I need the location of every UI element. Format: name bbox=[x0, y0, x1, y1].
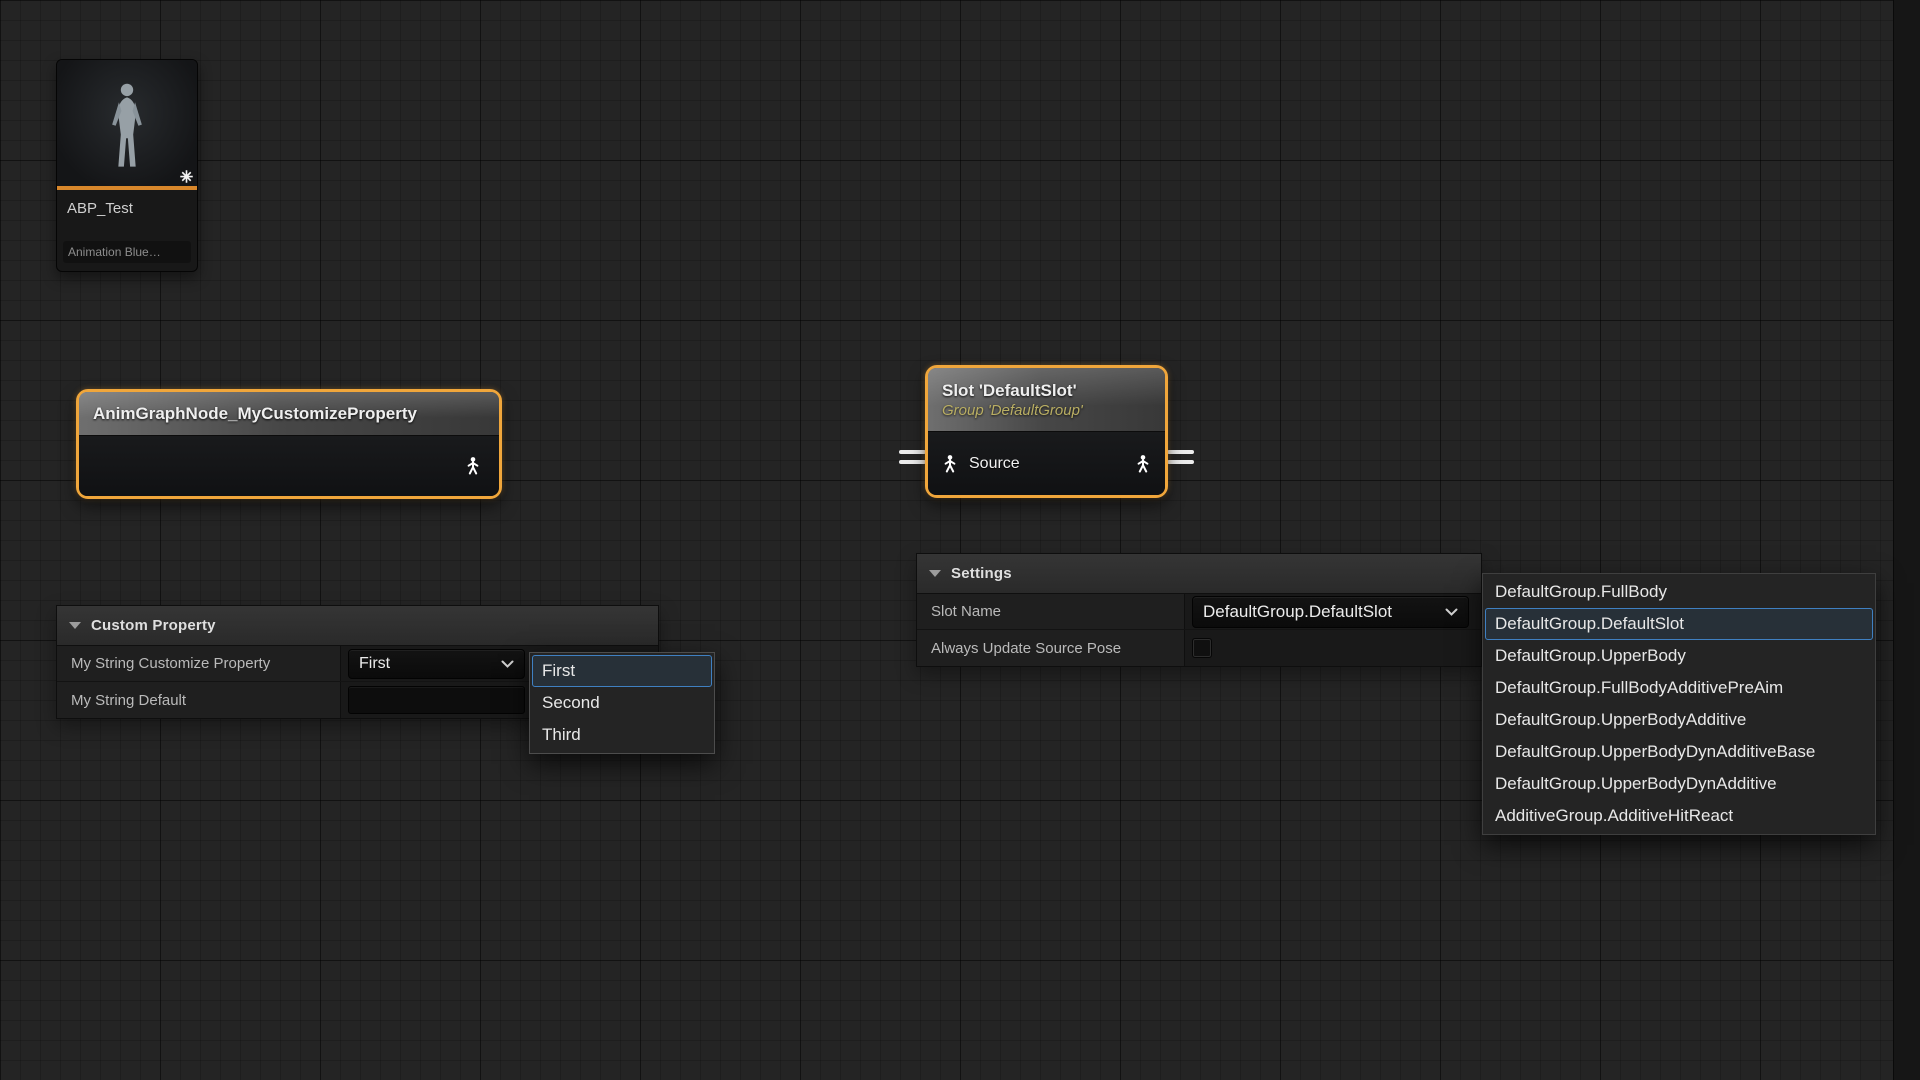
dropdown-item[interactable]: DefaultGroup.UpperBodyDynAdditiveBase bbox=[1485, 736, 1873, 768]
dropdown-item[interactable]: DefaultGroup.FullBody bbox=[1485, 576, 1873, 608]
settings-panel: Settings Slot Name DefaultGroup.DefaultS… bbox=[916, 553, 1482, 667]
property-label: My String Customize Property bbox=[57, 646, 341, 681]
property-value-cell bbox=[1185, 630, 1481, 666]
dropdown-item[interactable]: First bbox=[532, 655, 712, 687]
property-row-slot-name: Slot Name DefaultGroup.DefaultSlot bbox=[917, 594, 1481, 630]
blueprint-graph-canvas[interactable]: ABP_Test Animation Blue… AnimGraphNode_M… bbox=[0, 0, 1920, 1080]
node-subtitle: Group 'DefaultGroup' bbox=[942, 402, 1151, 419]
asset-thumbnail bbox=[57, 60, 197, 186]
source-pin-label: Source bbox=[969, 455, 1020, 473]
property-label: Slot Name bbox=[917, 594, 1185, 629]
node-title: AnimGraphNode_MyCustomizeProperty bbox=[93, 404, 485, 424]
chevron-down-icon bbox=[501, 660, 514, 668]
asset-title: ABP_Test bbox=[57, 190, 197, 241]
person-pose-icon bbox=[463, 456, 483, 476]
dropdown-item[interactable]: DefaultGroup.UpperBodyDynAdditive bbox=[1485, 768, 1873, 800]
asset-tile-abp-test[interactable]: ABP_Test Animation Blue… bbox=[56, 59, 198, 272]
property-label: My String Default bbox=[57, 682, 341, 718]
pose-wire-stub-right bbox=[1167, 450, 1194, 454]
settings-header-label: Settings bbox=[951, 565, 1012, 582]
property-label: Always Update Source Pose bbox=[917, 630, 1185, 666]
node-body bbox=[79, 436, 499, 496]
settings-header[interactable]: Settings bbox=[917, 554, 1481, 594]
custom-property-header[interactable]: Custom Property bbox=[57, 606, 658, 646]
dropdown-item[interactable]: Third bbox=[532, 719, 712, 751]
dropdown-item[interactable]: DefaultGroup.FullBodyAdditivePreAim bbox=[1485, 672, 1873, 704]
dropdown-item[interactable]: DefaultGroup.UpperBody bbox=[1485, 640, 1873, 672]
pose-wire-stub-left bbox=[899, 460, 926, 464]
always-update-source-pose-checkbox[interactable] bbox=[1192, 638, 1212, 658]
node-body: Source bbox=[928, 432, 1165, 495]
dropdown-item[interactable]: Second bbox=[532, 687, 712, 719]
pose-output-pin[interactable] bbox=[463, 456, 483, 476]
my-string-default-input[interactable] bbox=[348, 686, 525, 714]
pose-output-pin-icon[interactable] bbox=[1133, 454, 1153, 474]
slot-name-dropdown[interactable]: DefaultGroup.DefaultSlot bbox=[1192, 596, 1469, 628]
chevron-down-icon bbox=[1445, 608, 1458, 616]
asset-type-label: Animation Blue… bbox=[63, 241, 191, 263]
node-title: Slot 'DefaultSlot' bbox=[942, 381, 1151, 401]
my-string-customize-dropdown[interactable]: First bbox=[348, 649, 525, 679]
property-value-cell: DefaultGroup.DefaultSlot bbox=[1185, 594, 1481, 629]
string-dropdown-popup: First Second Third bbox=[529, 652, 715, 754]
expander-arrow-icon bbox=[69, 622, 81, 629]
graph-right-edge bbox=[1893, 0, 1920, 1080]
mannequin-thumbnail-icon bbox=[102, 80, 152, 184]
node-slot-defaultslot[interactable]: Slot 'DefaultSlot' Group 'DefaultGroup' … bbox=[925, 365, 1168, 498]
node-header[interactable]: Slot 'DefaultSlot' Group 'DefaultGroup' bbox=[928, 368, 1165, 432]
node-animgraphnode-mycustomizeproperty[interactable]: AnimGraphNode_MyCustomizeProperty bbox=[76, 389, 502, 499]
dropdown-item[interactable]: AdditiveGroup.AdditiveHitReact bbox=[1485, 800, 1873, 832]
source-pose-input-pin-icon[interactable] bbox=[940, 454, 960, 474]
unsaved-changes-asterisk-icon bbox=[179, 169, 194, 184]
expander-arrow-icon bbox=[929, 570, 941, 577]
slot-name-dropdown-popup: DefaultGroup.FullBody DefaultGroup.Defau… bbox=[1482, 573, 1876, 835]
dropdown-item[interactable]: DefaultGroup.DefaultSlot bbox=[1485, 608, 1873, 640]
dropdown-value: DefaultGroup.DefaultSlot bbox=[1203, 602, 1392, 622]
custom-property-header-label: Custom Property bbox=[91, 617, 216, 634]
dropdown-item[interactable]: DefaultGroup.UpperBodyAdditive bbox=[1485, 704, 1873, 736]
pose-wire-stub-left bbox=[899, 450, 926, 454]
pose-wire-stub-right bbox=[1167, 460, 1194, 464]
node-header[interactable]: AnimGraphNode_MyCustomizeProperty bbox=[79, 392, 499, 436]
dropdown-value: First bbox=[359, 655, 390, 673]
property-row-always-update-source-pose: Always Update Source Pose bbox=[917, 630, 1481, 666]
